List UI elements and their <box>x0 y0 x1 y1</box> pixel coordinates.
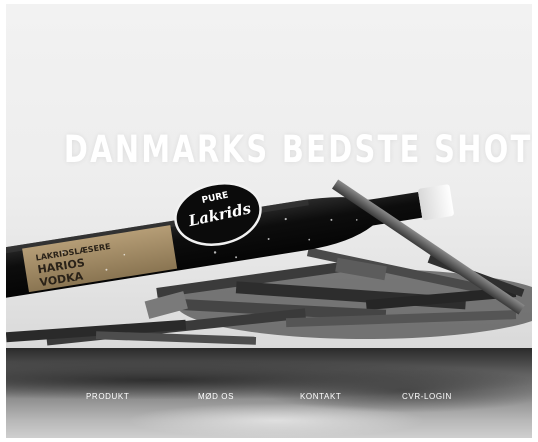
page: LAKRIDSLÆSERE HARIOS VODKA PURE Lakrids <box>0 0 538 442</box>
hero-headline: DANMARKS BEDSTE SHOT <box>63 128 532 171</box>
nav-link-mod-os[interactable]: MØD OS <box>198 392 234 401</box>
bottle-cap <box>418 184 454 221</box>
nav-link-produkt[interactable]: PRODUKT <box>86 392 129 401</box>
nav-link-kontakt[interactable]: KONTAKT <box>300 392 341 401</box>
hero-banner: LAKRIDSLÆSERE HARIOS VODKA PURE Lakrids <box>6 4 532 348</box>
nav-background-blur <box>126 403 426 438</box>
hero-photo: LAKRIDSLÆSERE HARIOS VODKA PURE Lakrids <box>6 179 532 346</box>
main-navigation: PRODUKT MØD OS KONTAKT CVR-LOGIN <box>6 348 532 438</box>
nav-link-cvr-login[interactable]: CVR-LOGIN <box>402 392 452 401</box>
